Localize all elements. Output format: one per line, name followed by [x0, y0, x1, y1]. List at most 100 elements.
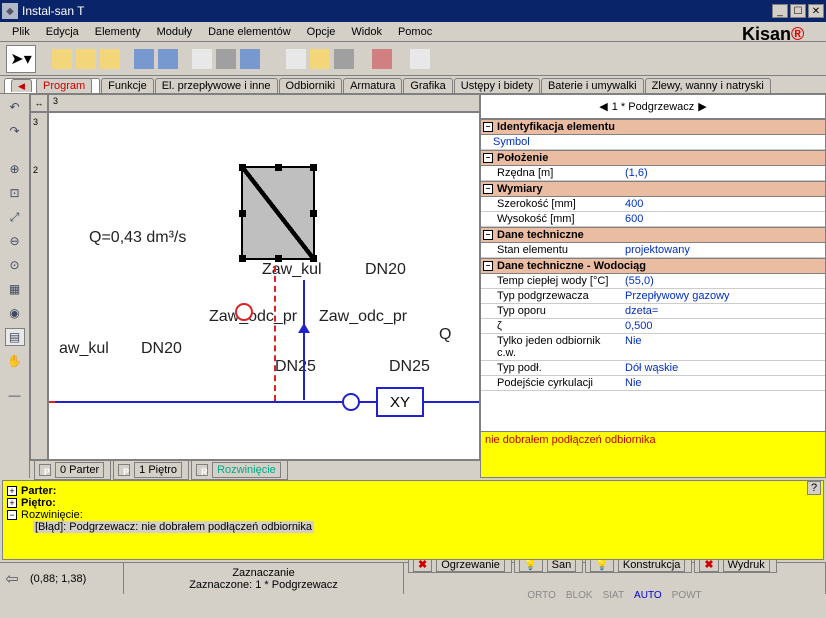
- tab-ustepy[interactable]: Ustępy i bidety: [454, 78, 540, 93]
- expand-pietro[interactable]: +: [7, 498, 17, 508]
- close-button[interactable]: ✕: [808, 4, 824, 18]
- tab-grafika[interactable]: Grafika: [403, 78, 452, 93]
- prop-symbol[interactable]: Symbol: [481, 135, 621, 149]
- statusbar: ⇦ (0,88; 1,38) Zaznaczanie Zaznaczone: 1…: [0, 562, 826, 594]
- tb-flag-icon[interactable]: [372, 49, 392, 69]
- ruler-vertical: 3 2: [30, 112, 48, 460]
- tb-print-icon[interactable]: [216, 49, 236, 69]
- prop-tylko-val[interactable]: Nie: [621, 334, 825, 360]
- lt-zoomwin-icon[interactable]: ⊡: [5, 184, 25, 202]
- error-message[interactable]: [Błąd]: Podgrzewacz: nie dobrałem podłąc…: [7, 521, 819, 533]
- tb-save-icon[interactable]: [134, 49, 154, 69]
- tb-layers-icon[interactable]: [410, 49, 430, 69]
- tab-program[interactable]: ◀ Program: [4, 78, 100, 93]
- tab-baterie[interactable]: Baterie i umywalki: [541, 78, 644, 93]
- lt-redo-icon[interactable]: ↷: [5, 122, 25, 140]
- pointer-tool[interactable]: ➤▾: [6, 45, 36, 73]
- group-danetech-wod[interactable]: −Dane techniczne - Wodociąg: [481, 258, 825, 274]
- menu-plik[interactable]: Plik: [4, 24, 38, 40]
- maximize-button[interactable]: ☐: [790, 4, 806, 18]
- label-zawodc2: Zaw_odc_pr: [319, 308, 407, 326]
- menu-moduly[interactable]: Moduły: [149, 24, 200, 40]
- menu-elementy[interactable]: Elementy: [87, 24, 149, 40]
- flow-label: Q=0,43 dm³/s: [89, 229, 186, 247]
- help-button[interactable]: ?: [807, 481, 821, 495]
- pipe-cold-v: [303, 280, 305, 400]
- ruler-horizontal: 3: [48, 94, 480, 112]
- group-wymiary[interactable]: −Wymiary: [481, 181, 825, 197]
- lt-snap-icon[interactable]: ◉: [5, 304, 25, 322]
- sheet-tab-rozwiniecie[interactable]: RRozwinięcie: [191, 460, 288, 480]
- selected-heater[interactable]: [241, 166, 315, 260]
- tb-calc-icon[interactable]: [286, 49, 306, 69]
- pipe-hot-v: [274, 266, 276, 401]
- tab-armatura[interactable]: Armatura: [343, 78, 402, 93]
- prop-cyrk-val[interactable]: Nie: [621, 376, 825, 390]
- prop-stan-val[interactable]: projektowany: [621, 243, 825, 257]
- sheet-tab-parter[interactable]: P0 Parter: [34, 460, 111, 480]
- prop-zeta-val[interactable]: 0,500: [621, 319, 825, 333]
- node-hot: [235, 303, 253, 321]
- prop-typpodl-val[interactable]: Dół wąskie: [621, 361, 825, 375]
- tab-odbiorniki[interactable]: Odbiorniki: [279, 78, 343, 93]
- tb-open-icon[interactable]: [76, 49, 96, 69]
- status-selection: Zaznaczone: 1 * Podgrzewacz: [189, 579, 338, 591]
- message-panel: ? +Parter: +Piętro: −Rozwinięcie: [Błąd]…: [2, 480, 824, 560]
- back-button[interactable]: ⇦: [0, 563, 24, 594]
- arrow-icon: [298, 323, 310, 333]
- mode-auto[interactable]: AUTO: [634, 590, 662, 601]
- collapse-rozw[interactable]: −: [7, 510, 17, 520]
- menu-opcje[interactable]: Opcje: [299, 24, 344, 40]
- lt-undo-icon[interactable]: ↶: [5, 98, 25, 116]
- prop-typ-podgrz-val[interactable]: Przepływowy gazowy: [621, 289, 825, 303]
- group-polozenie[interactable]: −Położenie: [481, 150, 825, 166]
- mode-blok[interactable]: BLOK: [566, 590, 593, 601]
- label-zawodc1: Zaw_odc_pr: [209, 308, 297, 326]
- mode-orto[interactable]: ORTO: [527, 590, 556, 601]
- group-danetech[interactable]: −Dane techniczne: [481, 227, 825, 243]
- label-q: Q: [439, 326, 451, 344]
- tab-funkcje[interactable]: Funkcje: [101, 78, 154, 93]
- group-ident[interactable]: −Identyfikacja elementu: [481, 119, 825, 135]
- app-icon: ◆: [2, 3, 18, 19]
- drawing-canvas[interactable]: Q=0,43 dm³/s Zaw_kul DN20 Zaw_odc_pr Zaw…: [48, 112, 480, 460]
- menu-dane[interactable]: Dane elementów: [200, 24, 299, 40]
- sheet-tab-pietro[interactable]: P1 Piętro: [113, 460, 189, 480]
- tb-copy-icon[interactable]: [192, 49, 212, 69]
- tb-sheets-icon[interactable]: [334, 49, 354, 69]
- label-dn20b: DN20: [141, 340, 182, 358]
- window-title: Instal-san T: [22, 4, 772, 18]
- lt-zoomin-icon[interactable]: ⊕: [5, 160, 25, 178]
- tb-open2-icon[interactable]: [100, 49, 120, 69]
- mode-powt[interactable]: POWT: [672, 590, 702, 601]
- ruler-corner[interactable]: ↔: [30, 94, 48, 112]
- label-dn25b: DN25: [389, 358, 430, 376]
- lt-layers-icon[interactable]: ▤: [5, 328, 25, 346]
- tb-saveall-icon[interactable]: [158, 49, 178, 69]
- tb-export-icon[interactable]: [240, 49, 260, 69]
- menu-pomoc[interactable]: Pomoc: [390, 24, 440, 40]
- lt-pan-icon[interactable]: ✋: [5, 352, 25, 370]
- prop-wys-val[interactable]: 600: [621, 212, 825, 226]
- prop-rzedna-val[interactable]: (1,6): [621, 166, 825, 180]
- mode-siat[interactable]: SIAT: [603, 590, 624, 601]
- menu-widok[interactable]: Widok: [343, 24, 390, 40]
- brand-logo: Kisan®: [742, 24, 822, 48]
- label-dn25a: DN25: [275, 358, 316, 376]
- tb-run-icon[interactable]: [310, 49, 330, 69]
- lt-zoomfit-icon[interactable]: ⤢: [5, 208, 25, 226]
- left-toolbar: ↶ ↷ ⊕ ⊡ ⤢ ⊖ ⊙ ▦ ◉ ▤ ✋ —: [0, 94, 30, 478]
- menu-edycja[interactable]: Edycja: [38, 24, 87, 40]
- tab-zlewy[interactable]: Zlewy, wanny i natryski: [645, 78, 771, 93]
- property-warning: nie dobrałem podłączeń odbiornika: [481, 431, 825, 477]
- prop-typoporu-val[interactable]: dzeta=: [621, 304, 825, 318]
- tab-elprzeplywowe[interactable]: El. przepływowe i inne: [155, 78, 278, 93]
- expand-parter[interactable]: +: [7, 486, 17, 496]
- minimize-button[interactable]: _: [772, 4, 788, 18]
- lt-zoomout-icon[interactable]: ⊖: [5, 232, 25, 250]
- prop-temp-val[interactable]: (55,0): [621, 274, 825, 288]
- lt-grid-icon[interactable]: ▦: [5, 280, 25, 298]
- tb-new-icon[interactable]: [52, 49, 72, 69]
- lt-zoomall-icon[interactable]: ⊙: [5, 256, 25, 274]
- prop-szer-val[interactable]: 400: [621, 197, 825, 211]
